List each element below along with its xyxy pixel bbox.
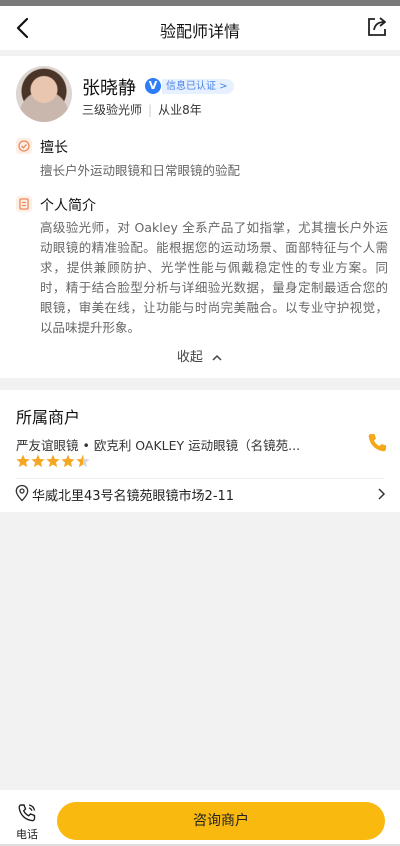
merchant-name[interactable]: 严友谊眼镜 • 欧克利 OAKLEY 运动眼镜（名镜苑... <box>16 435 306 454</box>
star-icon <box>31 454 45 468</box>
divider <box>16 478 384 479</box>
share-icon[interactable] <box>364 14 390 40</box>
star-icon <box>46 454 60 468</box>
intro-title: 个人简介 <box>40 198 96 214</box>
nav-bar: 验配师详情 <box>0 6 400 50</box>
page-title: 验配师详情 <box>159 22 240 41</box>
star-icon <box>16 454 30 468</box>
document-icon <box>16 196 32 212</box>
star-icon <box>76 454 90 468</box>
collapse-label: 收起 <box>176 350 203 365</box>
verified-badge[interactable]: 信息已认证 > <box>162 79 234 94</box>
merchant-address[interactable]: 华威北里43号名镜苑眼镜市场2-11 <box>32 485 234 504</box>
chevron-up-icon <box>212 354 222 361</box>
star-rating <box>16 454 90 468</box>
star-icon <box>61 454 75 468</box>
collapse-button[interactable]: 收起 <box>0 346 400 365</box>
bottom-bar: 电话 咨询商户 <box>0 790 400 846</box>
consult-merchant-button[interactable]: 咨询商户 <box>57 802 385 840</box>
merchant-heading: 所属商户 <box>16 408 81 427</box>
badge-icon <box>16 138 32 154</box>
intro-text: 高级验光师，对 Oakley 全系产品了如指掌，尤其擅长户外运动眼镜的精准验配。… <box>40 220 388 335</box>
merchant-card: 所属商户 严友谊眼镜 • 欧克利 OAKLEY 运动眼镜（名镜苑... 华威北里… <box>0 390 400 512</box>
optician-experience: 从业8年 <box>158 103 202 117</box>
verified-label: 信息已认证 <box>166 81 216 92</box>
phone-label: 电话 <box>16 828 38 841</box>
specialty-title: 擅长 <box>40 140 68 156</box>
optician-level: 三级验光师 <box>82 103 143 117</box>
specialty-text: 擅长户外运动眼镜和日常眼镜的验配 <box>40 163 241 178</box>
phone-button[interactable]: 电话 <box>10 800 44 841</box>
chevron-right-icon[interactable] <box>376 487 386 501</box>
optician-profile-card: 张晓静 V 信息已认证 > 三级验光师 | 从业8年 擅长 擅长户外运动眼镜和日常眼… <box>0 56 400 378</box>
verified-icon: V <box>145 78 161 94</box>
optician-meta: 三级验光师 | 从业8年 <box>82 103 202 117</box>
optician-name: 张晓静 <box>82 78 136 99</box>
phone-icon[interactable] <box>366 432 388 454</box>
location-pin-icon <box>15 484 29 502</box>
phone-outline-icon <box>18 804 36 822</box>
avatar <box>16 66 72 122</box>
